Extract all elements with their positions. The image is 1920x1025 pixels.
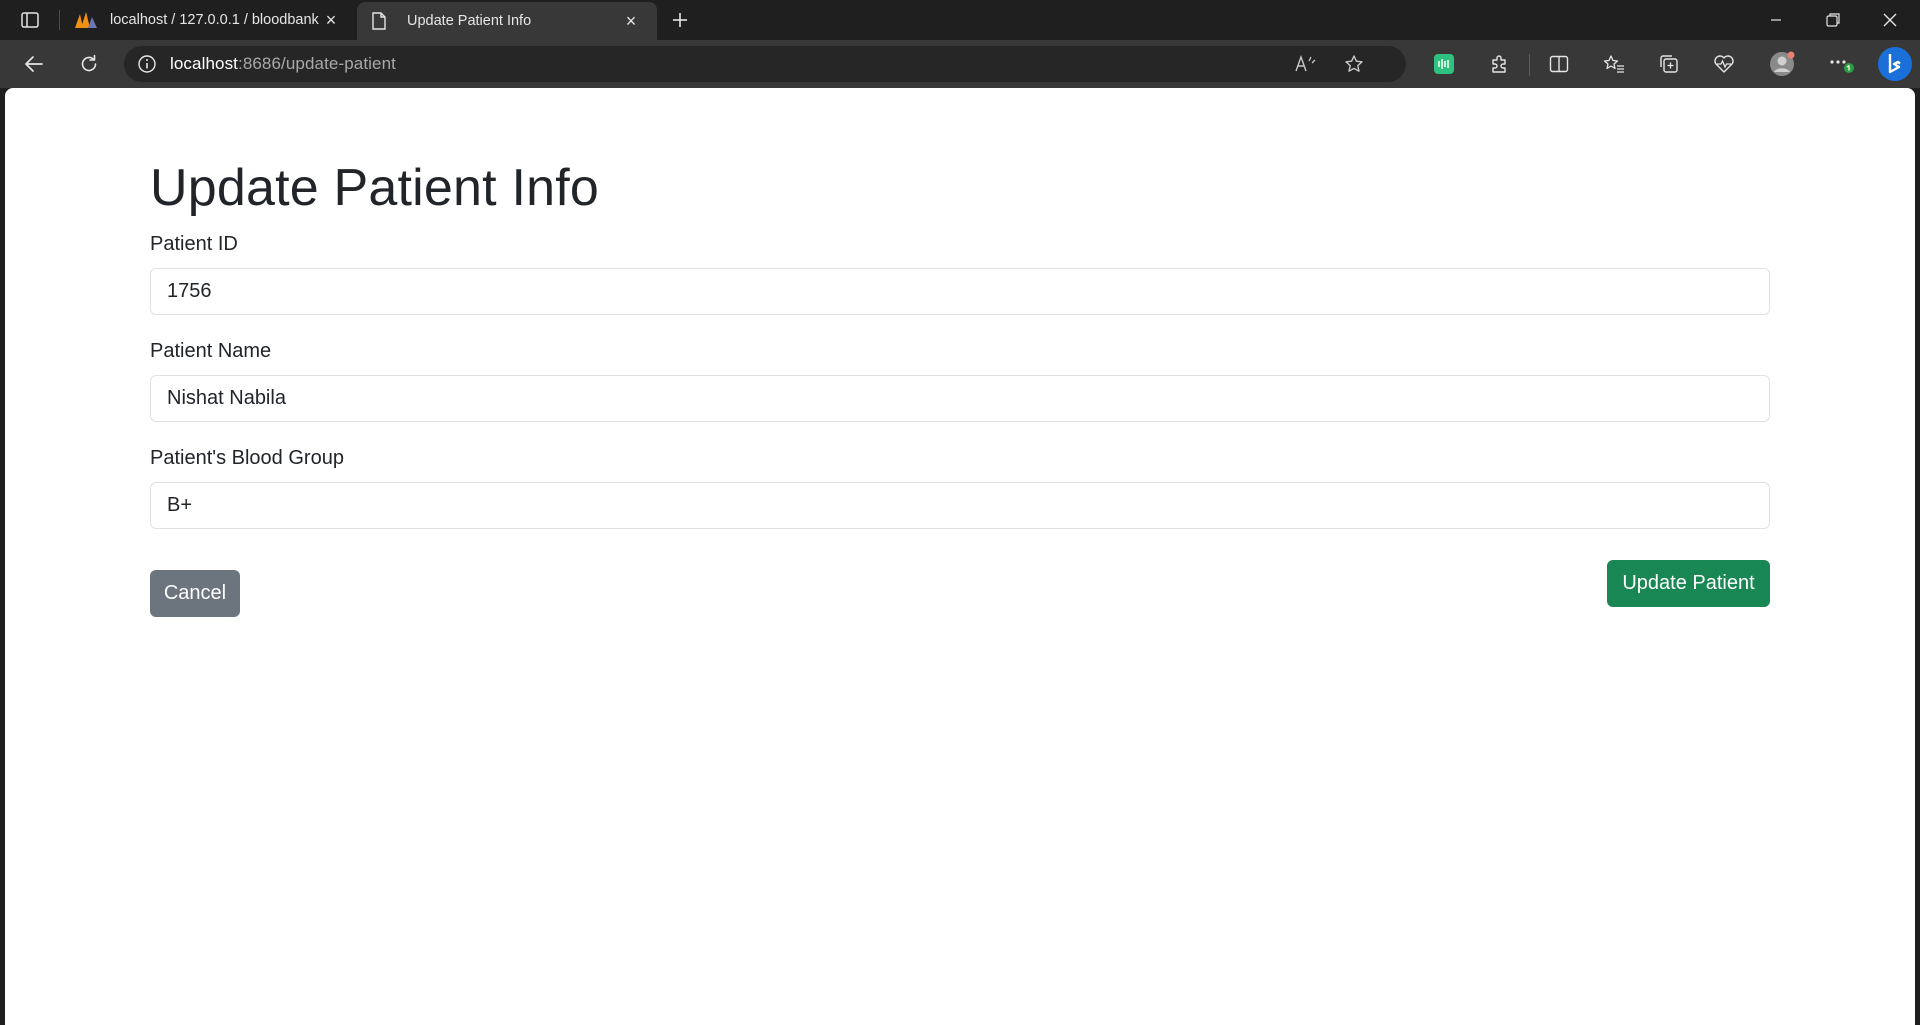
close-tab-icon[interactable]: × xyxy=(619,9,643,33)
extension-green-icon[interactable] xyxy=(1426,46,1462,82)
page-viewport: Update Patient Info Patient ID Patient N… xyxy=(5,88,1915,1025)
browser-tab-strip: localhost / 127.0.0.1 / bloodbank × Upda… xyxy=(0,0,1920,40)
patient-name-label: Patient Name xyxy=(150,340,272,362)
update-patient-button[interactable]: Update Patient xyxy=(1607,560,1770,607)
collections-icon[interactable] xyxy=(1651,46,1687,82)
site-info-icon[interactable] xyxy=(124,54,170,74)
toolbar-separator xyxy=(1529,54,1530,76)
restore-window-icon[interactable] xyxy=(1805,0,1861,40)
favorite-star-icon[interactable] xyxy=(1336,46,1372,82)
minimize-window-icon[interactable] xyxy=(1748,0,1804,40)
tab-phpmyadmin[interactable]: localhost / 127.0.0.1 / bloodbank × xyxy=(60,0,357,40)
browser-toolbar: localhost:8686/update-patient xyxy=(0,40,1920,88)
url-path: :8686/update-patient xyxy=(238,54,396,73)
tab-update-patient[interactable]: Update Patient Info × xyxy=(357,2,657,40)
tab-label: Update Patient Info xyxy=(407,13,532,29)
blood-group-input[interactable] xyxy=(150,482,1770,529)
patient-id-label: Patient ID xyxy=(150,233,238,255)
cancel-button[interactable]: Cancel xyxy=(150,570,240,617)
tab-actions-icon[interactable] xyxy=(14,6,46,34)
copilot-icon[interactable] xyxy=(1874,44,1916,84)
settings-more-icon[interactable] xyxy=(1823,46,1859,82)
url-host: localhost xyxy=(170,54,238,73)
phpmyadmin-favicon-icon xyxy=(74,10,98,30)
browser-essentials-icon[interactable] xyxy=(1706,46,1742,82)
close-window-icon[interactable] xyxy=(1862,0,1918,40)
back-icon[interactable] xyxy=(16,46,52,82)
address-bar[interactable]: localhost:8686/update-patient xyxy=(124,46,1406,82)
close-tab-icon[interactable]: × xyxy=(319,8,343,32)
profile-avatar-icon[interactable] xyxy=(1764,46,1800,82)
blood-group-label: Patient's Blood Group xyxy=(150,447,344,469)
page-title: Update Patient Info xyxy=(150,159,599,217)
tab-label: localhost / 127.0.0.1 / bloodbank xyxy=(110,12,319,28)
patient-name-input[interactable] xyxy=(150,375,1770,422)
favorites-icon[interactable] xyxy=(1596,46,1632,82)
split-screen-icon[interactable] xyxy=(1541,46,1577,82)
page-document-icon xyxy=(371,11,395,31)
new-tab-icon[interactable] xyxy=(664,4,696,36)
read-aloud-icon[interactable] xyxy=(1287,46,1323,82)
extensions-puzzle-icon[interactable] xyxy=(1481,46,1517,82)
url-text[interactable]: localhost:8686/update-patient xyxy=(170,54,396,74)
patient-id-input[interactable] xyxy=(150,268,1770,315)
refresh-icon[interactable] xyxy=(71,46,107,82)
